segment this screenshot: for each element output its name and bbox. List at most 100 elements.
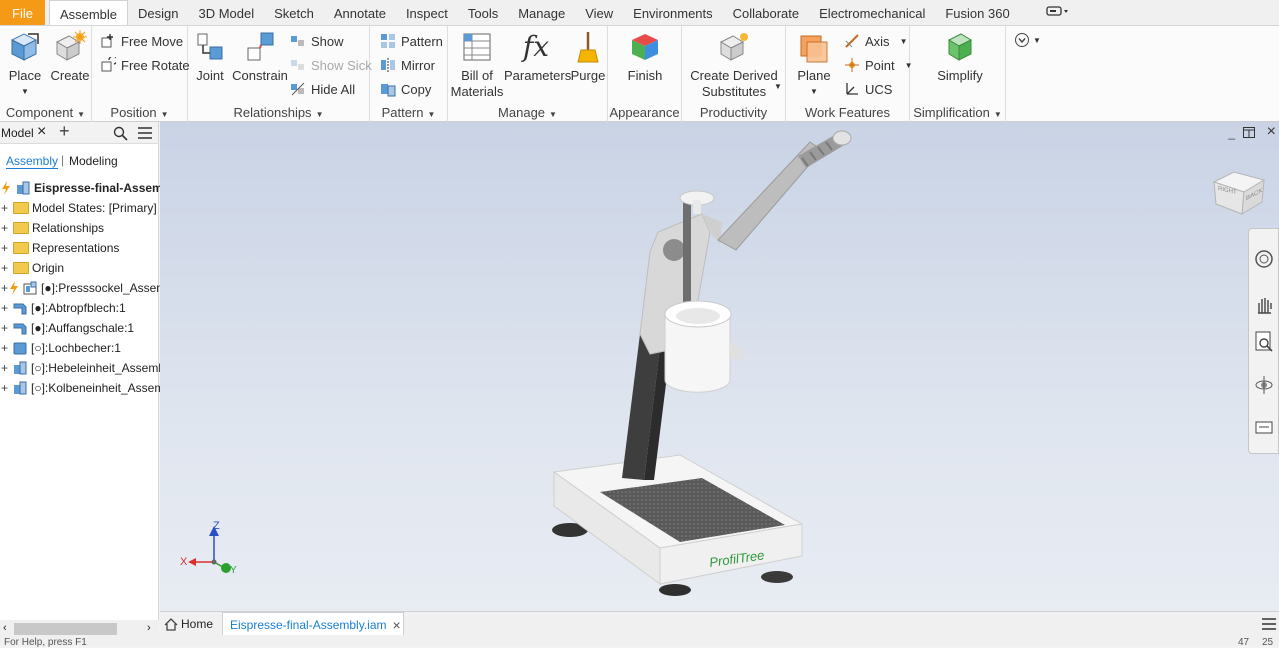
tab-inspect[interactable]: Inspect bbox=[396, 0, 458, 25]
expand-icon[interactable]: + bbox=[1, 201, 9, 215]
finish-button[interactable]: Finish bbox=[622, 30, 668, 84]
ribbon-options-button[interactable]: ▼ bbox=[1014, 32, 1041, 48]
browser-tab-modeling[interactable]: Modeling bbox=[69, 154, 118, 168]
folder-icon bbox=[13, 202, 29, 214]
tree-item-row[interactable]: + [○]:Kolbeneinheit_Assembly bbox=[0, 378, 180, 398]
tab-manage[interactable]: Manage bbox=[508, 0, 575, 25]
simplify-button[interactable]: Simplify bbox=[932, 30, 988, 84]
panel-work-features: Plane ▼ Axis ▼ Point ▼ UCS Work Features bbox=[786, 26, 913, 122]
look-at-icon[interactable] bbox=[1254, 417, 1274, 437]
ucs-button[interactable]: UCS bbox=[844, 79, 892, 99]
tab-environments[interactable]: Environments bbox=[623, 0, 722, 25]
document-tab-label: Eispresse-final-Assembly.iam bbox=[230, 617, 387, 632]
zoom-icon[interactable] bbox=[1254, 331, 1274, 353]
tab-view[interactable]: View bbox=[575, 0, 623, 25]
tab-collaborate[interactable]: Collaborate bbox=[723, 0, 810, 25]
orbit-icon[interactable] bbox=[1254, 375, 1274, 395]
expand-icon[interactable]: + bbox=[1, 321, 9, 335]
purge-button[interactable]: Purge bbox=[570, 30, 606, 84]
viewport-minimize-icon[interactable]: _ bbox=[1228, 126, 1235, 140]
tree-item-row[interactable]: + [●]:Auffangschale:1 bbox=[0, 318, 134, 338]
panel-pattern: Pattern Mirror Copy Pattern ▼ bbox=[370, 26, 448, 122]
tab-annotate[interactable]: Annotate bbox=[324, 0, 396, 25]
search-icon[interactable] bbox=[113, 126, 128, 141]
panel-title-simplification[interactable]: Simplification ▼ bbox=[910, 105, 1005, 120]
bill-of-materials-button[interactable]: Bill of Materials bbox=[450, 30, 504, 100]
panel-title-component[interactable]: Component ▼ bbox=[0, 105, 91, 120]
create-derived-substitutes-button[interactable]: Create Derived Substitutes bbox=[688, 30, 780, 100]
free-rotate-button[interactable]: Free Rotate bbox=[100, 55, 190, 75]
browser-close-icon[interactable]: × bbox=[37, 123, 46, 141]
scroll-thumb[interactable] bbox=[14, 623, 117, 635]
joint-button[interactable]: Joint bbox=[192, 30, 228, 84]
sheetmetal-part-icon bbox=[13, 301, 27, 315]
create-derived-substitutes-icon bbox=[717, 30, 751, 64]
expand-icon[interactable]: + bbox=[1, 281, 9, 295]
espresso-press-model[interactable]: ProfilTree bbox=[540, 122, 880, 611]
document-tab-close-icon[interactable]: × bbox=[393, 617, 401, 633]
tree-item-row[interactable]: + Origin bbox=[0, 258, 64, 278]
browser-tab-assembly[interactable]: Assembly bbox=[6, 154, 59, 169]
constrain-button[interactable]: Constrain bbox=[232, 30, 288, 84]
scroll-left-icon[interactable]: ‹ bbox=[3, 622, 7, 634]
viewport-close-icon[interactable]: × bbox=[1267, 123, 1276, 141]
pan-hand-icon[interactable] bbox=[1254, 295, 1274, 315]
tree-item-row[interactable]: + Relationships bbox=[0, 218, 104, 238]
model-browser: Model × + Assembly | Modeling Eispresse-… bbox=[0, 121, 182, 638]
tree-item-row[interactable]: + Model States: [Primary] bbox=[0, 198, 157, 218]
document-tabs-menu-icon[interactable] bbox=[1262, 618, 1276, 630]
tree-item-row[interactable]: + [○]:Lochbecher:1 bbox=[0, 338, 121, 358]
expand-icon[interactable]: + bbox=[1, 361, 9, 375]
create-button[interactable]: Create bbox=[50, 30, 90, 84]
tab-fusion-360[interactable]: Fusion 360 bbox=[935, 0, 1019, 25]
tree-item-row[interactable]: + [●]:Abtropfblech:1 bbox=[0, 298, 126, 318]
hide-all-button[interactable]: Hide All bbox=[290, 79, 355, 99]
point-button[interactable]: Point ▼ bbox=[844, 55, 913, 75]
panel-title-pattern[interactable]: Pattern ▼ bbox=[370, 105, 447, 120]
expand-icon[interactable]: + bbox=[1, 241, 9, 255]
viewcube[interactable]: RIGHT BACK bbox=[1212, 166, 1266, 216]
tab-tools[interactable]: Tools bbox=[458, 0, 508, 25]
panel-title-manage[interactable]: Manage ▼ bbox=[448, 105, 607, 120]
create-derived-dropdown-icon[interactable]: ▼ bbox=[774, 82, 782, 91]
panel-title-position[interactable]: Position ▼ bbox=[92, 105, 187, 120]
graphics-viewport[interactable]: _ × RIGHT BACK ProfilTree Z X Y bbox=[160, 122, 1279, 611]
tree-item-row[interactable]: + [●]:Presssockel_Assembly bbox=[0, 278, 182, 298]
show-button[interactable]: Show bbox=[290, 31, 344, 51]
plane-dropdown-icon[interactable]: ▼ bbox=[794, 84, 834, 100]
tab-sketch[interactable]: Sketch bbox=[264, 0, 324, 25]
document-tab-active[interactable]: Eispresse-final-Assembly.iam × bbox=[222, 612, 404, 636]
axis-dropdown-icon[interactable]: ▼ bbox=[900, 37, 908, 46]
place-button[interactable]: Place ▼ bbox=[6, 30, 44, 100]
home-tab[interactable]: Home bbox=[164, 615, 213, 633]
expand-icon[interactable]: + bbox=[1, 221, 9, 235]
free-move-button[interactable]: Free Move bbox=[100, 31, 183, 51]
browser-add-icon[interactable]: + bbox=[59, 121, 70, 142]
mirror-button[interactable]: Mirror bbox=[380, 55, 435, 75]
expand-icon[interactable]: + bbox=[1, 381, 9, 395]
viewport-restore-icon[interactable] bbox=[1243, 127, 1255, 138]
axis-button[interactable]: Axis ▼ bbox=[844, 31, 907, 51]
show-sick-button[interactable]: Show Sick bbox=[290, 55, 372, 75]
ribbon-display-options-icon[interactable] bbox=[1038, 0, 1078, 25]
place-dropdown-icon[interactable]: ▼ bbox=[6, 84, 44, 100]
tree-item-row[interactable]: + Representations bbox=[0, 238, 119, 258]
expand-icon[interactable]: + bbox=[1, 301, 9, 315]
copy-button[interactable]: Copy bbox=[380, 79, 431, 99]
tree-root-row[interactable]: Eispresse-final-Assembly bbox=[0, 178, 180, 198]
tab-assemble[interactable]: Assemble bbox=[48, 0, 129, 25]
tab-design[interactable]: Design bbox=[128, 0, 188, 25]
pattern-button[interactable]: Pattern bbox=[380, 31, 443, 51]
panel-title-relationships[interactable]: Relationships ▼ bbox=[188, 105, 369, 120]
tab-file[interactable]: File bbox=[0, 0, 45, 25]
tab-electromechanical[interactable]: Electromechanical bbox=[809, 0, 935, 25]
parameters-button[interactable]: fx Parameters bbox=[504, 30, 571, 84]
expand-icon[interactable]: + bbox=[1, 341, 9, 355]
expand-icon[interactable]: + bbox=[1, 261, 9, 275]
scroll-right-icon[interactable]: › bbox=[147, 622, 151, 634]
steering-wheel-icon[interactable] bbox=[1254, 249, 1274, 269]
menu-icon[interactable] bbox=[138, 127, 152, 139]
plane-button[interactable]: Plane ▼ bbox=[794, 30, 834, 100]
tab-3d-model[interactable]: 3D Model bbox=[189, 0, 265, 25]
tree-item-row[interactable]: + [○]:Hebeleinheit_Assembly bbox=[0, 358, 174, 378]
